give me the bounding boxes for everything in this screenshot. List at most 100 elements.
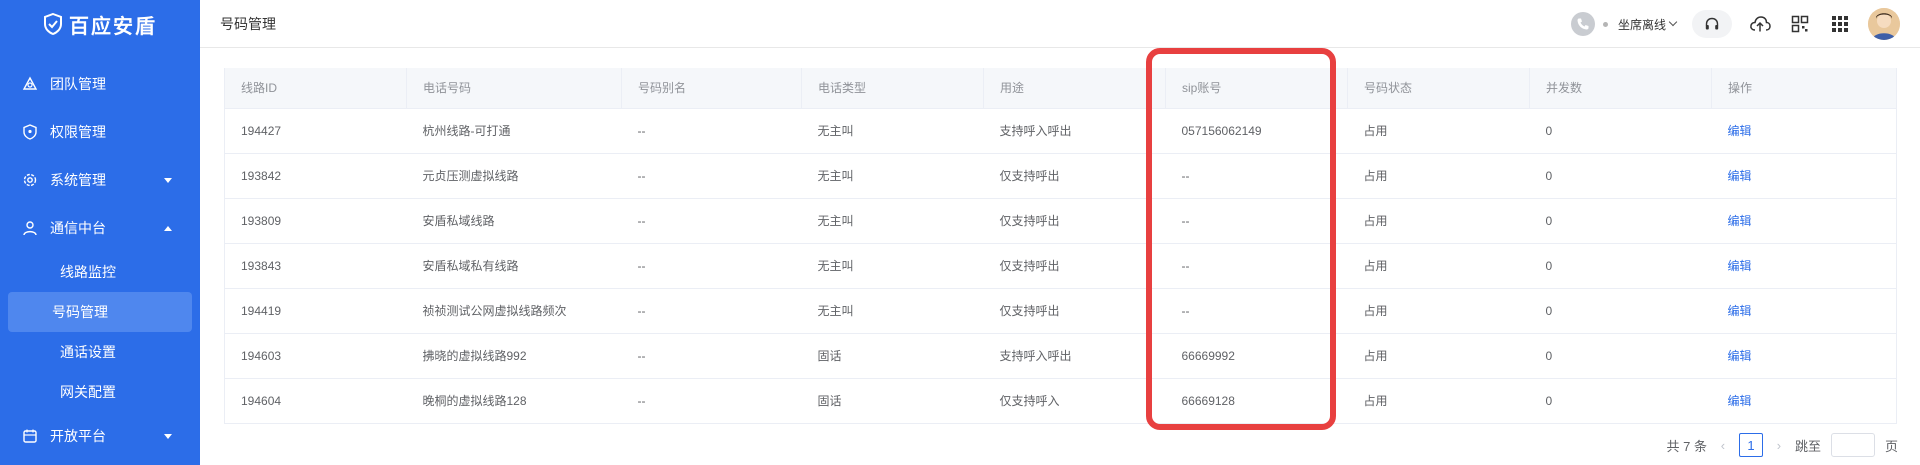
avatar[interactable] [1868, 8, 1900, 40]
cell-phone-type: 固话 [801, 333, 984, 379]
cell-concurrency: 0 [1529, 108, 1712, 154]
team-icon [22, 76, 38, 92]
cell-concurrency: 0 [1529, 378, 1712, 424]
table-header-row: 线路ID 电话号码 号码别名 电话类型 用途 sip账号 号码状态 并发数 操作 [224, 68, 1897, 109]
cell-phone-type: 无主叫 [801, 108, 984, 154]
table-row: 194604 晚桐的虚拟线路128 -- 固话 仅支持呼入 66669128 占用 0 编辑 [224, 378, 1897, 424]
cell-status: 占用 [1347, 333, 1530, 379]
cell-concurrency: 0 [1529, 288, 1712, 334]
cell-usage: 仅支持呼出 [983, 198, 1166, 244]
cell-line-id: 193842 [224, 153, 407, 199]
cell-phone-type: 无主叫 [801, 243, 984, 289]
cell-phone-number: 晚桐的虚拟线路128 [406, 378, 622, 424]
jump-page-input[interactable] [1830, 433, 1875, 457]
sidebar-item-system[interactable]: 系统管理 [0, 156, 200, 204]
headset-icon [1705, 17, 1719, 30]
header-toolbar: 坐席离线 [1570, 0, 1900, 48]
column-header: 操作 [1711, 68, 1897, 109]
app-root: 百应安盾 团队管理 权限管理 系统管理 通信中台 线路监控 号码管理 通话设置 … [0, 0, 1920, 465]
edit-link[interactable]: 编辑 [1728, 214, 1752, 228]
sidebar-subitem-label: 号码管理 [52, 304, 108, 320]
sidebar-item-permission[interactable]: 权限管理 [0, 108, 200, 156]
qr-code-icon[interactable] [1788, 12, 1812, 36]
cell-phone-type: 无主叫 [801, 288, 984, 334]
sidebar-item-label: 团队管理 [50, 76, 106, 92]
cell-line-id: 194419 [224, 288, 407, 334]
cell-alias: -- [621, 243, 802, 289]
sidebar-subitem-label: 通话设置 [60, 344, 116, 360]
table-row: 194427 杭州线路-可打通 -- 无主叫 支持呼入呼出 057156062149 占用 0… [224, 108, 1897, 154]
edit-link[interactable]: 编辑 [1728, 259, 1752, 273]
cell-line-id: 193843 [224, 243, 407, 289]
prev-page-icon[interactable]: ‹ [1717, 438, 1729, 453]
sidebar-subitem-number-management[interactable]: 号码管理 [8, 292, 192, 332]
apps-grid-icon[interactable] [1828, 12, 1852, 36]
agent-status-dropdown[interactable]: 坐席离线 [1618, 16, 1678, 33]
brand-logo[interactable]: 百应安盾 [0, 0, 200, 48]
cell-phone-number: 安盾私域线路 [406, 198, 622, 244]
cell-action: 编辑 [1711, 198, 1897, 244]
cell-phone-number: 拂晓的虚拟线路992 [406, 333, 622, 379]
cell-line-id: 194604 [224, 378, 407, 424]
brand-shield-icon [44, 13, 62, 35]
phone-icon[interactable] [1570, 12, 1595, 36]
cell-sip-account: 66669128 [1165, 378, 1348, 424]
sidebar: 百应安盾 团队管理 权限管理 系统管理 通信中台 线路监控 号码管理 通话设置 … [0, 0, 200, 465]
sidebar-item-team[interactable]: 团队管理 [0, 60, 200, 108]
cell-concurrency: 0 [1529, 333, 1712, 379]
status-dot [1602, 21, 1608, 27]
cell-status: 占用 [1347, 198, 1530, 244]
sidebar-item-label: 通信中台 [50, 220, 106, 236]
cell-line-id: 194603 [224, 333, 407, 379]
top-header: 号码管理 坐席离线 [200, 0, 1920, 48]
cloud-upload-icon[interactable] [1748, 12, 1772, 36]
column-header: 电话号码 [406, 68, 622, 109]
main-content: 线路ID 电话号码 号码别名 电话类型 用途 sip账号 号码状态 并发数 操作… [200, 48, 1920, 465]
sidebar-subitem-call-settings[interactable]: 通话设置 [8, 332, 192, 372]
cell-phone-number: 杭州线路-可打通 [406, 108, 622, 154]
headset-button[interactable] [1692, 10, 1732, 38]
cell-phone-number: 安盾私域私有线路 [406, 243, 622, 289]
cell-action: 编辑 [1711, 288, 1897, 334]
cell-alias: -- [621, 333, 802, 379]
cell-action: 编辑 [1711, 153, 1897, 199]
cell-sip-account: -- [1165, 198, 1348, 244]
sidebar-item-comm-center[interactable]: 通信中台 [0, 204, 200, 252]
cell-phone-number: 祯祯测试公网虚拟线路频次 [406, 288, 622, 334]
sidebar-item-label: 开放平台 [50, 428, 106, 444]
table-row: 193843 安盾私域私有线路 -- 无主叫 仅支持呼出 -- 占用 0 编辑 [224, 243, 1897, 289]
column-header: 电话类型 [801, 68, 984, 109]
cell-usage: 仅支持呼入 [983, 378, 1166, 424]
cell-action: 编辑 [1711, 333, 1897, 379]
cell-sip-account: 66669992 [1165, 333, 1348, 379]
edit-link[interactable]: 编辑 [1728, 124, 1752, 138]
edit-link[interactable]: 编辑 [1728, 304, 1752, 318]
next-page-icon[interactable]: › [1773, 438, 1785, 453]
cell-phone-type: 无主叫 [801, 198, 984, 244]
sidebar-item-open-platform[interactable]: 开放平台 [0, 412, 200, 460]
cell-action: 编辑 [1711, 378, 1897, 424]
cell-concurrency: 0 [1529, 243, 1712, 289]
edit-link[interactable]: 编辑 [1728, 349, 1752, 363]
chevron-down-icon [1668, 17, 1678, 27]
cell-alias: -- [621, 288, 802, 334]
cell-usage: 支持呼入呼出 [983, 108, 1166, 154]
sidebar-menu: 团队管理 权限管理 系统管理 通信中台 线路监控 号码管理 通话设置 网关配置 … [0, 60, 200, 460]
gear-icon [22, 172, 38, 188]
page-suffix: 页 [1884, 438, 1898, 454]
column-header: 用途 [983, 68, 1166, 109]
edit-link[interactable]: 编辑 [1728, 394, 1752, 408]
edit-link[interactable]: 编辑 [1728, 169, 1752, 183]
sidebar-subitem-line-monitor[interactable]: 线路监控 [8, 252, 192, 292]
sidebar-subitem-gateway-config[interactable]: 网关配置 [8, 372, 192, 412]
chevron-down-icon [164, 434, 172, 439]
column-header: sip账号 [1165, 68, 1348, 109]
user-icon [22, 220, 38, 236]
page-number-current[interactable]: 1 [1738, 433, 1763, 457]
cell-alias: -- [621, 378, 802, 424]
cell-concurrency: 0 [1529, 198, 1712, 244]
sidebar-subitem-label: 网关配置 [60, 384, 116, 400]
cell-sip-account: -- [1165, 153, 1348, 199]
cell-usage: 仅支持呼出 [983, 243, 1166, 289]
cell-usage: 支持呼入呼出 [983, 333, 1166, 379]
